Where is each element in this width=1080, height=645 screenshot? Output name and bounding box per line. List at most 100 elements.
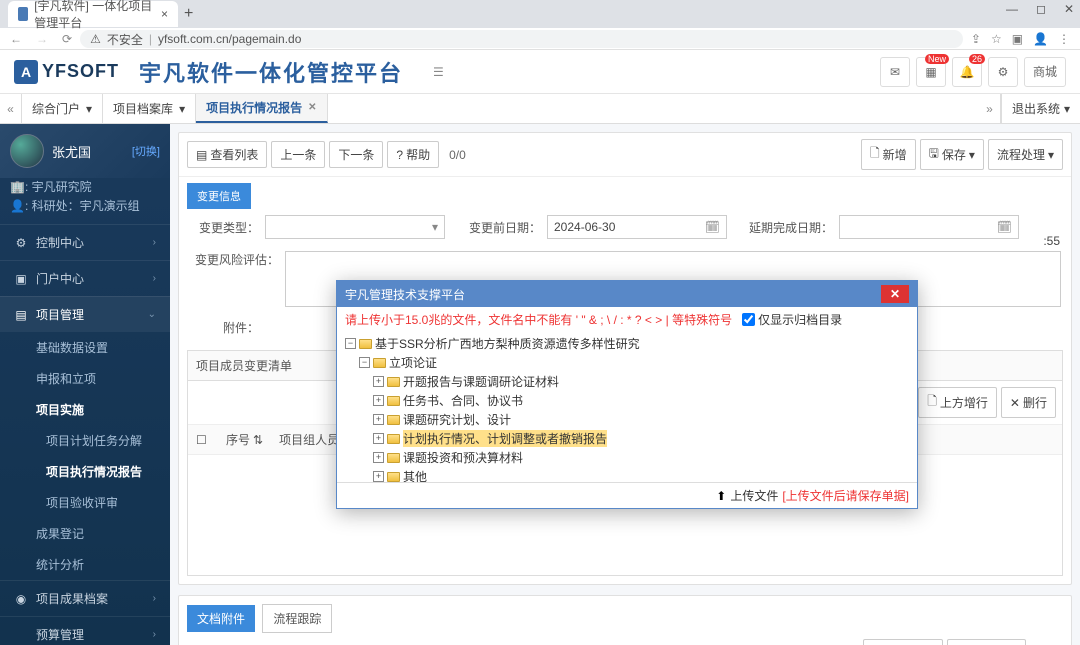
chevron-right-icon: ›: [153, 629, 156, 640]
tree-node[interactable]: +开题报告与课题调研论证材料: [345, 372, 909, 391]
calendar-button[interactable]: ▦New: [916, 57, 946, 87]
finish-date-input[interactable]: 🗓: [839, 215, 1019, 239]
star-icon[interactable]: ☆: [991, 32, 1002, 46]
sidebar-item-project[interactable]: ▤项目管理⌄: [0, 296, 170, 332]
logo[interactable]: A YFSOFT: [14, 60, 119, 84]
avatar[interactable]: [10, 134, 44, 168]
tree-node[interactable]: +课题研究计划、设计: [345, 410, 909, 429]
delete-row-button[interactable]: ✕ 删行: [1001, 387, 1056, 418]
expand-icon[interactable]: +: [373, 452, 384, 463]
sidebar-item-result[interactable]: 成果登记: [0, 518, 170, 549]
exit-system[interactable]: 退出系统▾: [1001, 94, 1080, 123]
settings-button[interactable]: ⚙: [988, 57, 1018, 87]
message-button[interactable]: ✉: [880, 57, 910, 87]
chevron-down-icon: ▾: [1064, 102, 1070, 116]
tree-node[interactable]: +任务书、合同、协议书: [345, 391, 909, 410]
tree-node-selected[interactable]: +计划执行情况、计划调整或者撤销报告: [345, 429, 909, 448]
sidebar-item-stats[interactable]: 统计分析: [0, 549, 170, 580]
menu-toggle-icon[interactable]: ☰: [433, 65, 444, 79]
workspace-tabs: « 综合门户▾ 项目档案库▾ 项目执行情况报告✕ » 退出系统▾: [0, 94, 1080, 124]
menu-icon[interactable]: ⋮: [1058, 32, 1070, 46]
tab-flow-track[interactable]: 流程跟踪: [262, 604, 332, 633]
reload-icon[interactable]: ⟳: [62, 32, 72, 46]
mall-button[interactable]: 商城: [1024, 57, 1066, 87]
modal-title-bar[interactable]: 宇凡管理技术支撑平台 ✕: [337, 281, 917, 307]
sidebar-item-portal[interactable]: ▣门户中心›: [0, 260, 170, 296]
expand-icon[interactable]: +: [373, 395, 384, 406]
upload-icon: ⬆: [716, 489, 726, 503]
folder-icon: [373, 358, 386, 368]
sidebar-item-control[interactable]: ⚙控制中心›: [0, 224, 170, 260]
sidebar: 张尤国 [切换] 🏢: 宇凡研究院 👤: 科研处：宇凡演示组 ⚙控制中心› ▣门…: [0, 124, 170, 645]
project-icon: ▤: [14, 308, 28, 322]
close-icon[interactable]: ✕: [308, 102, 316, 113]
url-input[interactable]: ⚠ 不安全 | yfsoft.com.cn/pagemain.do: [80, 30, 963, 48]
close-icon[interactable]: ×: [161, 7, 168, 21]
expand-icon[interactable]: +: [373, 471, 384, 482]
sidebar-item-plan-task[interactable]: 项目计划任务分解: [0, 425, 170, 456]
sidebar-item-basedata[interactable]: 基础数据设置: [0, 332, 170, 363]
switch-user[interactable]: [切换]: [132, 143, 160, 159]
tree-node[interactable]: +课题投资和预决算材料: [345, 448, 909, 467]
form-tab-change[interactable]: 变更信息: [187, 183, 251, 209]
upload-file-link[interactable]: 上传文件: [730, 487, 778, 504]
insecure-icon: ⚠: [90, 32, 101, 46]
tabs-scroll-left[interactable]: «: [0, 94, 22, 123]
add-button[interactable]: 🗋 新增: [861, 139, 916, 170]
share-icon[interactable]: ⇪: [971, 32, 981, 46]
date-before-input[interactable]: 2024-06-30🗓: [547, 215, 727, 239]
tab-portal[interactable]: 综合门户▾: [22, 94, 103, 123]
toolbar: ▤ 查看列表 上一条 下一条 ? 帮助 0/0 🗋 新增 🖫 保存 ▾ 流程处理…: [179, 133, 1071, 177]
back-icon[interactable]: ←: [10, 32, 22, 46]
show-archive-checkbox[interactable]: 仅显示归档目录: [742, 311, 842, 328]
tabs-scroll-right[interactable]: »: [979, 94, 1001, 123]
extension-icon[interactable]: ▣: [1012, 32, 1023, 46]
sidebar-item-accept[interactable]: 项目验收评审: [0, 487, 170, 518]
folder-icon: [387, 434, 400, 444]
maximize-icon[interactable]: ◻: [1036, 2, 1046, 16]
chevron-down-icon: ▾: [86, 102, 92, 116]
tab-doc-attach[interactable]: 文档附件: [187, 605, 255, 632]
workflow-button[interactable]: 流程处理 ▾: [988, 139, 1063, 170]
collapse-icon[interactable]: −: [345, 338, 356, 349]
expand-icon[interactable]: +: [373, 414, 384, 425]
save-button[interactable]: 🖫 保存 ▾: [920, 139, 984, 170]
close-window-icon[interactable]: ✕: [1064, 2, 1074, 16]
chevron-down-icon: ▾: [179, 102, 185, 116]
new-tab-button[interactable]: +: [184, 5, 193, 23]
app-title: 宇凡软件一体化管控平台: [139, 56, 403, 88]
help-button[interactable]: ? 帮助: [387, 141, 439, 168]
add-row-button[interactable]: 🗋 上方增行: [918, 387, 997, 418]
browser-tab[interactable]: [宇凡软件] 一体化项目管理平台 ×: [8, 1, 178, 27]
minimize-icon[interactable]: —: [1006, 2, 1018, 16]
bell-icon: 🔔: [960, 65, 975, 79]
profile-icon[interactable]: 👤: [1033, 32, 1048, 46]
tree-node[interactable]: +其他: [345, 467, 909, 482]
expand-icon[interactable]: +: [373, 433, 384, 444]
sidebar-item-archive[interactable]: ◉项目成果档案›: [0, 580, 170, 616]
col-seq[interactable]: 序号 ⇅: [218, 425, 271, 454]
favicon: [18, 7, 28, 21]
sidebar-item-budget[interactable]: 预算管理›: [0, 616, 170, 645]
tree-root[interactable]: −基于SSR分析广西地方梨种质资源遗传多样性研究: [345, 334, 909, 353]
modal-close-button[interactable]: ✕: [881, 285, 909, 303]
scan-upload-button[interactable]: ▦ 扫码上传: [863, 639, 943, 645]
expand-icon[interactable]: +: [373, 376, 384, 387]
forward-icon[interactable]: →: [36, 32, 48, 46]
tab-archive[interactable]: 项目档案库▾: [103, 94, 196, 123]
notification-button[interactable]: 🔔26: [952, 57, 982, 87]
change-type-select[interactable]: ▾: [265, 215, 445, 239]
sidebar-item-exec-report[interactable]: 项目执行情况报告: [0, 456, 170, 487]
next-button[interactable]: 下一条: [329, 141, 383, 168]
col-checkbox[interactable]: ☐: [188, 425, 218, 454]
tree-node[interactable]: −立项论证: [345, 353, 909, 372]
add-attach-button[interactable]: ⊕ 添加附件: [947, 639, 1026, 645]
folder-icon: [387, 396, 400, 406]
prev-button[interactable]: 上一条: [271, 141, 325, 168]
tab-report[interactable]: 项目执行情况报告✕: [196, 94, 327, 123]
collapse-icon[interactable]: −: [359, 357, 370, 368]
sidebar-item-implement[interactable]: 项目实施: [0, 394, 170, 425]
list-button[interactable]: ▤ 查看列表: [187, 141, 267, 168]
sidebar-item-apply[interactable]: 申报和立项: [0, 363, 170, 394]
archive-attach-row: 按项目归档附件： ▦ 扫码上传 ⊕ 添加附件 共0条: [179, 633, 1071, 645]
